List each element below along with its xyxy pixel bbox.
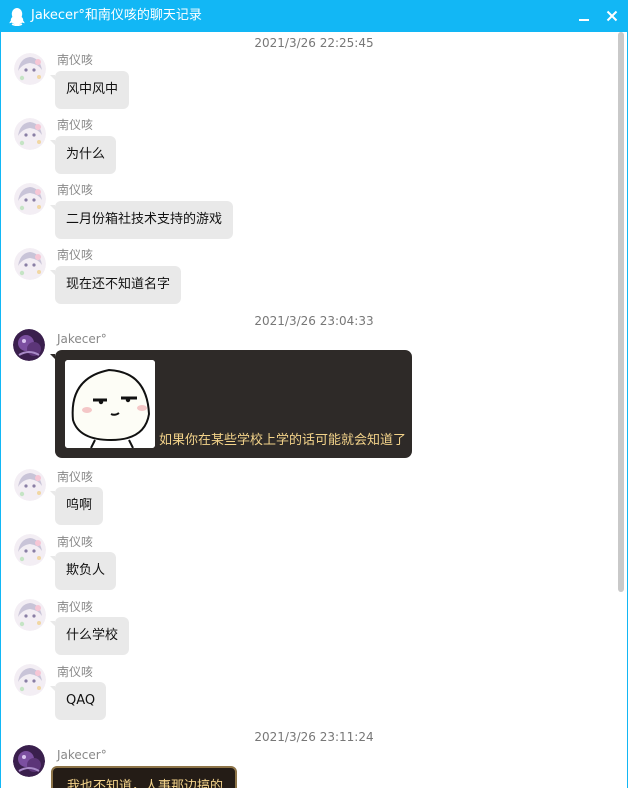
close-button[interactable] xyxy=(600,4,624,28)
message-bubble[interactable]: 二月份箱社技术支持的游戏 xyxy=(49,201,234,239)
avatar-jakecer[interactable] xyxy=(13,329,45,361)
timestamp: 2021/3/26 22:25:45 xyxy=(254,36,374,50)
avatar-nanyike[interactable] xyxy=(14,664,46,696)
qq-penguin-icon xyxy=(7,6,27,27)
avatar-jakecer[interactable] xyxy=(13,745,45,777)
scrollbar-thumb[interactable] xyxy=(618,32,624,592)
message-bubble[interactable]: QAQ xyxy=(49,682,107,720)
timestamp: 2021/3/26 23:04:33 xyxy=(254,314,374,328)
vertical-scrollbar[interactable] xyxy=(616,32,627,788)
minimize-icon xyxy=(579,19,589,21)
message-bubble-themed[interactable]: 我也不知道，人事那边搞的 xyxy=(51,766,237,788)
message-bubble[interactable]: 什么学校 xyxy=(49,617,130,655)
close-icon xyxy=(606,10,618,22)
message-bubble[interactable]: 风中风中 xyxy=(49,71,130,109)
avatar-nanyike[interactable] xyxy=(14,599,46,631)
sender-name: 南仪咳 xyxy=(57,470,94,484)
sender-name: 南仪咳 xyxy=(57,183,94,197)
sender-name: 南仪咳 xyxy=(57,53,94,67)
message-bubble[interactable]: 欺负人 xyxy=(49,552,117,590)
timestamp: 2021/3/26 23:11:24 xyxy=(254,730,374,744)
message-bubble[interactable]: 为什么 xyxy=(49,136,117,174)
chat-history[interactable]: 2021/3/26 22:25:45 南仪咳 风中风中 南仪咳 为什么 南仪咳 … xyxy=(1,32,616,788)
sender-name: 南仪咳 xyxy=(57,665,94,679)
message-text: 我也不知道，人事那边搞的 xyxy=(67,779,224,788)
avatar-nanyike[interactable] xyxy=(14,183,46,215)
title-bar: Jakecer°和南仪咳的聊天记录 xyxy=(0,0,628,32)
sender-name: 南仪咳 xyxy=(57,600,94,614)
avatar-nanyike[interactable] xyxy=(14,53,46,85)
meme-face-sticker[interactable] xyxy=(65,360,155,448)
avatar-nanyike[interactable] xyxy=(14,534,46,566)
sender-name: 南仪咳 xyxy=(57,248,94,262)
message-text: 如果你在某些学校上学的话可能就会知道了 xyxy=(159,433,407,448)
message-bubble-sticker[interactable]: 如果你在某些学校上学的话可能就会知道了 xyxy=(50,350,412,458)
sender-name: Jakecer° xyxy=(57,748,107,762)
message-bubble[interactable]: 现在还不知道名字 xyxy=(49,266,182,304)
minimize-button[interactable] xyxy=(572,4,596,28)
sender-name: 南仪咳 xyxy=(57,118,94,132)
window-title: Jakecer°和南仪咳的聊天记录 xyxy=(31,8,202,23)
avatar-nanyike[interactable] xyxy=(14,118,46,150)
message-bubble[interactable]: 呜啊 xyxy=(49,487,104,525)
avatar-nanyike[interactable] xyxy=(14,248,46,280)
sender-name: 南仪咳 xyxy=(57,535,94,549)
avatar-nanyike[interactable] xyxy=(14,469,46,501)
sender-name: Jakecer° xyxy=(57,332,107,346)
